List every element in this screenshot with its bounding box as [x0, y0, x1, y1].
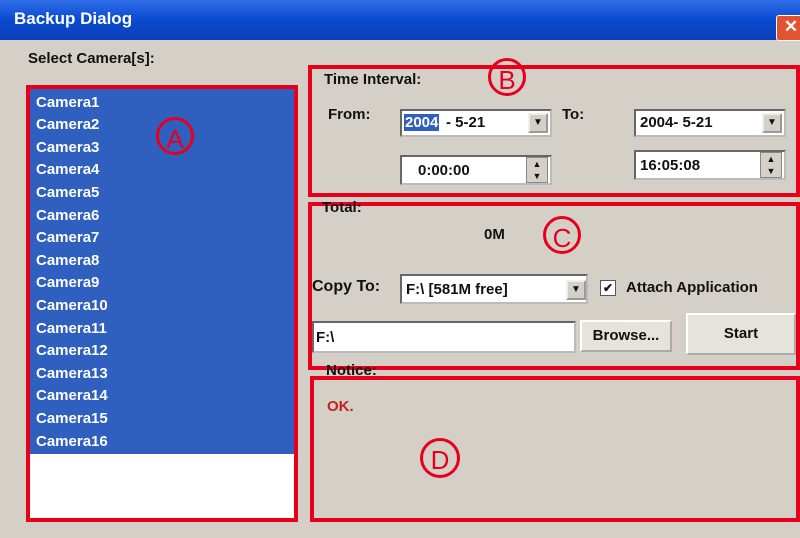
camera-list[interactable]: Camera1 Camera2 Camera3 Camera4 Camera5 … [26, 85, 298, 522]
annotation-d: D [420, 438, 460, 478]
camera-item[interactable]: Camera7 [36, 229, 99, 247]
camera-item[interactable]: Camera6 [36, 207, 99, 225]
camera-item[interactable]: Camera8 [36, 252, 99, 270]
camera-item[interactable]: Camera14 [36, 387, 108, 405]
camera-item[interactable]: Camera2 [36, 116, 99, 134]
to-time-field[interactable]: 16:05:08 ▲ ▼ [634, 150, 786, 180]
attach-application-label: Attach Application [626, 279, 758, 296]
camera-item[interactable]: Camera10 [36, 297, 108, 315]
from-date-rest: - 5-21 [446, 114, 486, 131]
drive-select[interactable]: F:\ [581M free] ▼ [400, 274, 588, 304]
from-year-selected: 2004 [404, 114, 440, 131]
annotation-b: B [488, 58, 526, 96]
camera-item[interactable]: Camera13 [36, 365, 108, 383]
camera-item[interactable]: Camera15 [36, 410, 108, 428]
annotation-a: A [156, 117, 194, 155]
to-label: To: [562, 106, 585, 123]
start-button[interactable]: Start [686, 313, 796, 355]
from-date-picker[interactable]: 2004 - 5-21 ▼ [400, 109, 552, 137]
notice-message: OK. [327, 398, 354, 415]
window-title: Backup Dialog [14, 9, 133, 28]
camera-item[interactable]: Camera16 [36, 433, 108, 451]
time-interval-label: Time Interval: [324, 71, 422, 88]
camera-item[interactable]: Camera1 [36, 94, 99, 112]
to-date-picker[interactable]: 2004- 5-21 ▼ [634, 109, 786, 137]
path-value: F:\ [316, 329, 335, 346]
camera-item[interactable]: Camera9 [36, 274, 99, 292]
camera-item[interactable]: Camera4 [36, 161, 99, 179]
chevron-down-icon[interactable]: ▼ [528, 113, 548, 133]
annotation-c: C [543, 216, 581, 254]
spinner-arrows-icon[interactable]: ▲ ▼ [526, 157, 548, 183]
total-value: 0M [484, 226, 505, 243]
from-time-value: 0:00:00 [418, 162, 470, 179]
from-label: From: [328, 106, 371, 123]
spinner-arrows-icon[interactable]: ▲ ▼ [760, 152, 782, 178]
browse-button[interactable]: Browse... [580, 320, 672, 352]
path-input[interactable]: F:\ [312, 321, 576, 353]
camera-item[interactable]: Camera11 [36, 320, 107, 338]
from-time-field[interactable]: 0:00:00 ▲ ▼ [400, 155, 552, 185]
camera-item[interactable]: Camera3 [36, 139, 99, 157]
title-bar: Backup Dialog ✕ [0, 0, 800, 41]
notice-box [310, 376, 800, 522]
chevron-down-icon[interactable]: ▼ [762, 113, 782, 133]
camera-item[interactable]: Camera5 [36, 184, 99, 202]
to-time-value: 16:05:08 [640, 157, 701, 174]
copy-to-label: Copy To: [312, 278, 381, 295]
drive-selected-value: F:\ [581M free] [406, 281, 508, 298]
camera-item[interactable]: Camera12 [36, 342, 108, 360]
backup-dialog-window: Backup Dialog ✕ Select Camera[s]: Camera… [0, 0, 800, 538]
attach-application-checkbox[interactable]: ✔ [600, 280, 616, 296]
close-icon[interactable]: ✕ [776, 15, 800, 41]
chevron-down-icon[interactable]: ▼ [566, 280, 586, 300]
to-date-value: 2004- 5-21 [640, 114, 713, 131]
select-cameras-label: Select Camera[s]: [28, 50, 155, 67]
total-label: Total: [322, 199, 362, 216]
